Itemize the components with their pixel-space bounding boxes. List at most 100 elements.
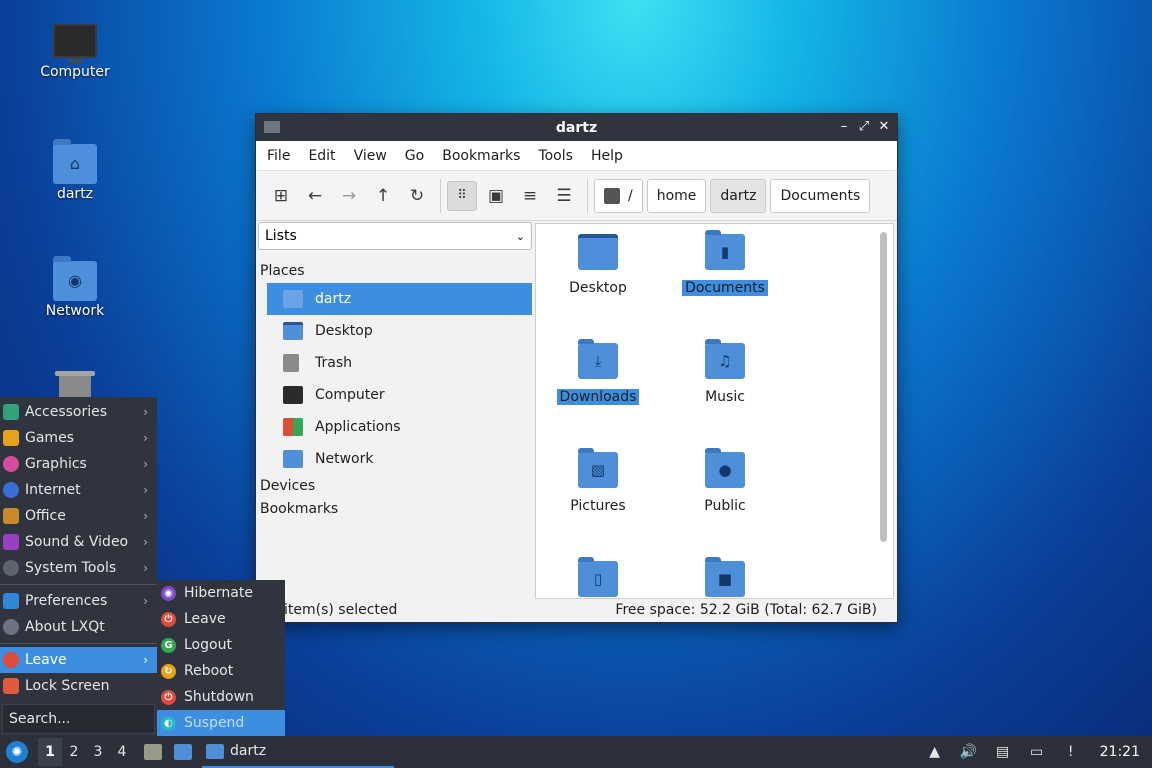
desktop-icon-computer[interactable]: Computer — [30, 24, 120, 80]
chevron-right-icon: › — [143, 594, 148, 608]
menu-system-tools[interactable]: System Tools › — [0, 555, 157, 581]
back-button[interactable]: ← — [300, 181, 330, 211]
documents-folder-icon: ▮ — [705, 230, 745, 270]
breadcrumb-documents[interactable]: Documents — [770, 178, 871, 213]
notification-icon[interactable]: ! — [1060, 741, 1082, 763]
workspace-3[interactable]: 3 — [86, 738, 110, 766]
devices-heading[interactable]: Devices — [258, 475, 532, 498]
menu-separator — [0, 584, 157, 585]
place-dartz[interactable]: dartz — [267, 283, 532, 315]
menu-edit[interactable]: Edit — [299, 148, 344, 164]
menu-accessories[interactable]: Accessories › — [0, 399, 157, 425]
place-desktop[interactable]: Desktop — [267, 315, 532, 347]
workspace-1[interactable]: 1 — [38, 738, 62, 766]
submenu-reboot[interactable]: ↻ Reboot — [157, 658, 285, 684]
breadcrumb-dartz[interactable]: dartz — [710, 178, 767, 213]
menu-go[interactable]: Go — [396, 148, 433, 164]
new-tab-button[interactable]: ⊞ — [266, 181, 296, 211]
task-dartz[interactable]: dartz — [202, 736, 394, 768]
leave-submenu: ◉ Hibernate ⏻ Leave G Logout ↻ Reboot ⏻ … — [157, 580, 285, 736]
file-item-public[interactable]: ● Public — [670, 448, 780, 514]
compact-view-button[interactable]: ≡ — [515, 181, 545, 211]
place-applications[interactable]: Applications — [267, 411, 532, 443]
image-icon: ▣ — [487, 185, 505, 206]
desktop-icon-network[interactable]: ◉ Network — [30, 256, 120, 319]
applications-icon — [283, 418, 303, 436]
file-item-documents[interactable]: ▮ Documents — [670, 230, 780, 296]
user-glyph: ● — [718, 461, 732, 479]
menu-office[interactable]: Office › — [0, 503, 157, 529]
menu-sound-video[interactable]: Sound & Video › — [0, 529, 157, 555]
start-menu-button[interactable]: ✺ — [6, 741, 28, 763]
desktop-icon-home[interactable]: ⌂ dartz — [30, 139, 120, 202]
place-computer[interactable]: Computer — [267, 379, 532, 411]
file-item-music[interactable]: ♫ Music — [670, 339, 780, 405]
detailed-list-button[interactable]: ☰ — [549, 181, 579, 211]
desktop-icon-label: Network — [45, 303, 105, 319]
system-tools-icon — [3, 560, 19, 576]
menu-bookmarks[interactable]: Bookmarks — [433, 148, 529, 164]
close-button[interactable]: ✕ — [875, 118, 893, 136]
place-trash[interactable]: Trash — [267, 347, 532, 379]
up-button[interactable]: ↑ — [368, 181, 398, 211]
show-desktop-icon[interactable] — [174, 744, 192, 760]
videos-folder-icon: ■ — [705, 557, 745, 597]
side-pane-mode-select[interactable]: Lists ⌄ — [258, 222, 532, 250]
menu-help[interactable]: Help — [582, 148, 632, 164]
icon-view-button[interactable]: ⠿ — [447, 180, 477, 211]
volume-icon[interactable]: 🔊 — [958, 741, 980, 763]
submenu-hibernate[interactable]: ◉ Hibernate — [157, 580, 285, 606]
bookmarks-heading[interactable]: Bookmarks — [258, 498, 532, 521]
menu-label: Sound & Video — [25, 534, 129, 550]
menu-graphics[interactable]: Graphics › — [0, 451, 157, 477]
breadcrumb-root[interactable]: / — [594, 178, 643, 213]
breadcrumb-home[interactable]: home — [646, 178, 707, 213]
file-item-pictures[interactable]: ▧ Pictures — [543, 448, 653, 514]
forward-button[interactable]: → — [334, 181, 364, 211]
menu-internet[interactable]: Internet › — [0, 477, 157, 503]
menu-view[interactable]: View — [345, 148, 396, 164]
chevron-right-icon: › — [143, 509, 148, 523]
title-bar[interactable]: dartz – ⤢ ✕ — [256, 114, 897, 141]
menu-label: Games — [25, 430, 74, 446]
file-view[interactable]: Desktop ▮ Documents ⤓ Downloads ♫ Music … — [535, 223, 894, 599]
submenu-suspend[interactable]: ◐ Suspend — [157, 710, 285, 736]
lxqt-logo-icon: ✺ — [11, 744, 23, 760]
menu-preferences[interactable]: Preferences › — [0, 588, 157, 614]
workspace-2[interactable]: 2 — [62, 738, 86, 766]
home-folder-icon: ⌂ — [53, 139, 97, 184]
menu-games[interactable]: Games › — [0, 425, 157, 451]
suspend-icon: ◐ — [161, 715, 176, 731]
file-item-desktop[interactable]: Desktop — [543, 234, 653, 296]
menu-about-lxqt[interactable]: About LXQt — [0, 614, 157, 640]
submenu-leave[interactable]: ⏻ Leave — [157, 606, 285, 632]
submenu-shutdown[interactable]: ⏻ Shutdown — [157, 684, 285, 710]
thumbnail-view-button[interactable]: ▣ — [481, 181, 511, 211]
menu-lock-screen[interactable]: Lock Screen — [0, 673, 157, 699]
menu-leave[interactable]: Leave › — [0, 647, 157, 673]
clock[interactable]: 21:21 — [1088, 744, 1152, 760]
desktop-folder-icon — [578, 234, 618, 270]
file-item-downloads[interactable]: ⤓ Downloads — [543, 339, 653, 405]
logout-icon: G — [161, 637, 176, 653]
chevron-right-icon: › — [143, 457, 148, 471]
system-tray: ▲ 🔊 ▤ ▭ ! 21:21 — [918, 736, 1152, 768]
maximize-button[interactable]: ⤢ — [855, 118, 873, 136]
file-manager-launcher-icon[interactable] — [144, 744, 162, 760]
place-network[interactable]: Network — [267, 443, 532, 475]
reload-button[interactable]: ↻ — [402, 181, 432, 211]
submenu-logout[interactable]: G Logout — [157, 632, 285, 658]
network-monitor-icon[interactable]: ▭ — [1026, 741, 1048, 763]
clipboard-icon[interactable]: ▤ — [992, 741, 1014, 763]
menu-tools[interactable]: Tools — [529, 148, 582, 164]
place-label: Desktop — [315, 323, 373, 339]
minimize-button[interactable]: – — [835, 118, 853, 136]
menu-search-input[interactable]: Search... — [2, 704, 155, 734]
graphics-icon — [3, 456, 19, 472]
picture-glyph: ▧ — [590, 461, 606, 479]
tray-expand-icon[interactable]: ▲ — [924, 741, 946, 763]
desktop-icon-label: dartz — [56, 186, 94, 202]
vertical-scrollbar[interactable] — [880, 232, 887, 542]
menu-file[interactable]: File — [258, 148, 299, 164]
workspace-4[interactable]: 4 — [110, 738, 134, 766]
